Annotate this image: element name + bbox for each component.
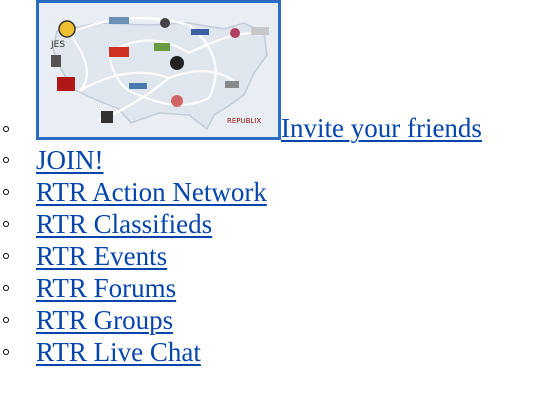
svg-text:REPUBLIX: REPUBLIX xyxy=(227,117,261,125)
live-chat-link[interactable]: RTR Live Chat xyxy=(36,336,201,368)
join-link[interactable]: JOIN! xyxy=(36,144,104,176)
action-network-link[interactable]: RTR Action Network xyxy=(36,176,267,208)
bullet-icon xyxy=(3,253,9,259)
bullet-icon xyxy=(3,189,9,195)
forums-link[interactable]: RTR Forums xyxy=(36,272,176,304)
bullet-icon xyxy=(3,221,9,227)
groups-link[interactable]: RTR Groups xyxy=(36,304,173,336)
us-network-map-image: JES REPUBLIX xyxy=(36,0,281,140)
invite-friends-link[interactable]: Invite your friends xyxy=(281,112,482,144)
classifieds-link[interactable]: RTR Classifieds xyxy=(36,208,212,240)
invite-image-link[interactable]: JES REPUBLIX xyxy=(36,0,281,140)
us-map-graphic: JES REPUBLIX xyxy=(39,3,278,137)
events-link[interactable]: RTR Events xyxy=(36,240,167,272)
bullet-icon xyxy=(3,317,9,323)
bullet-icon xyxy=(3,349,9,355)
bullet-icon xyxy=(3,157,9,163)
bullet-icon xyxy=(3,285,9,291)
bullet-icon xyxy=(3,126,9,132)
svg-text:JES: JES xyxy=(50,40,65,50)
